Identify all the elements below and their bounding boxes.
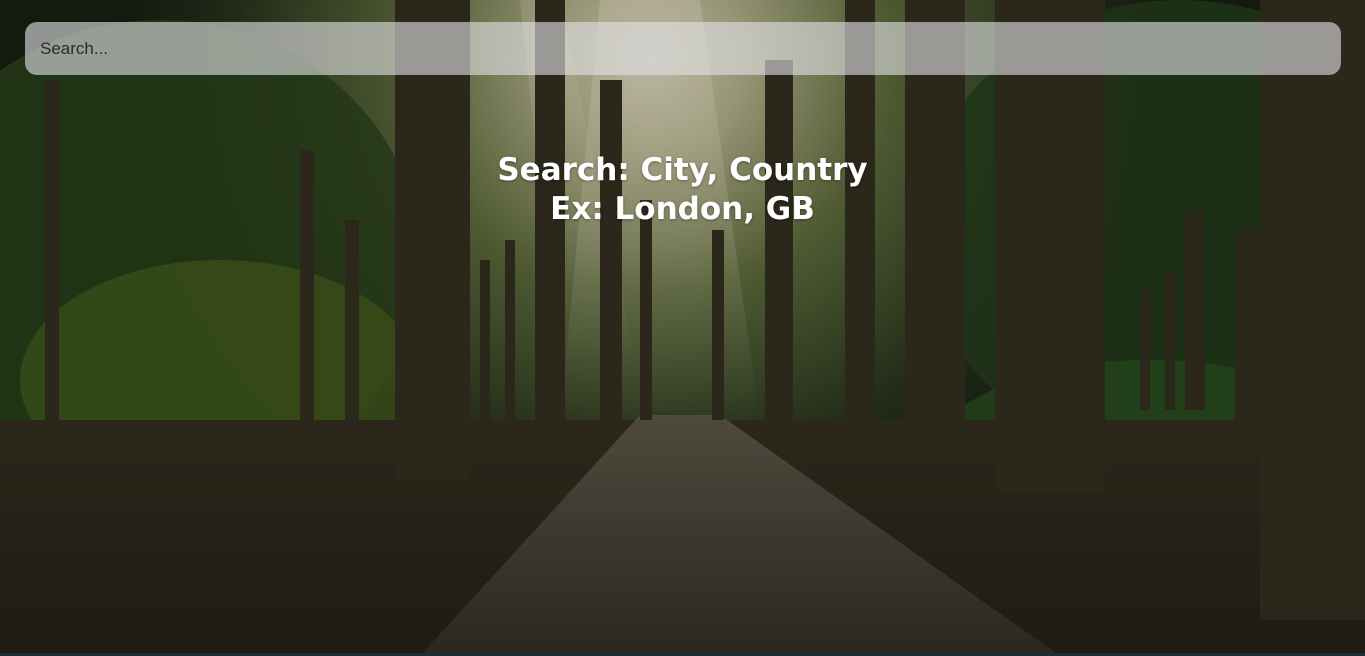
search-hint-example: Ex: London, GB (550, 191, 815, 227)
forest-background-image (0, 0, 1365, 656)
search-hint: Search: City, Country Ex: London, GB (0, 151, 1365, 229)
search-hint-format: Search: City, Country (497, 152, 868, 188)
search-input[interactable] (25, 22, 1341, 75)
search-bar (25, 22, 1341, 75)
